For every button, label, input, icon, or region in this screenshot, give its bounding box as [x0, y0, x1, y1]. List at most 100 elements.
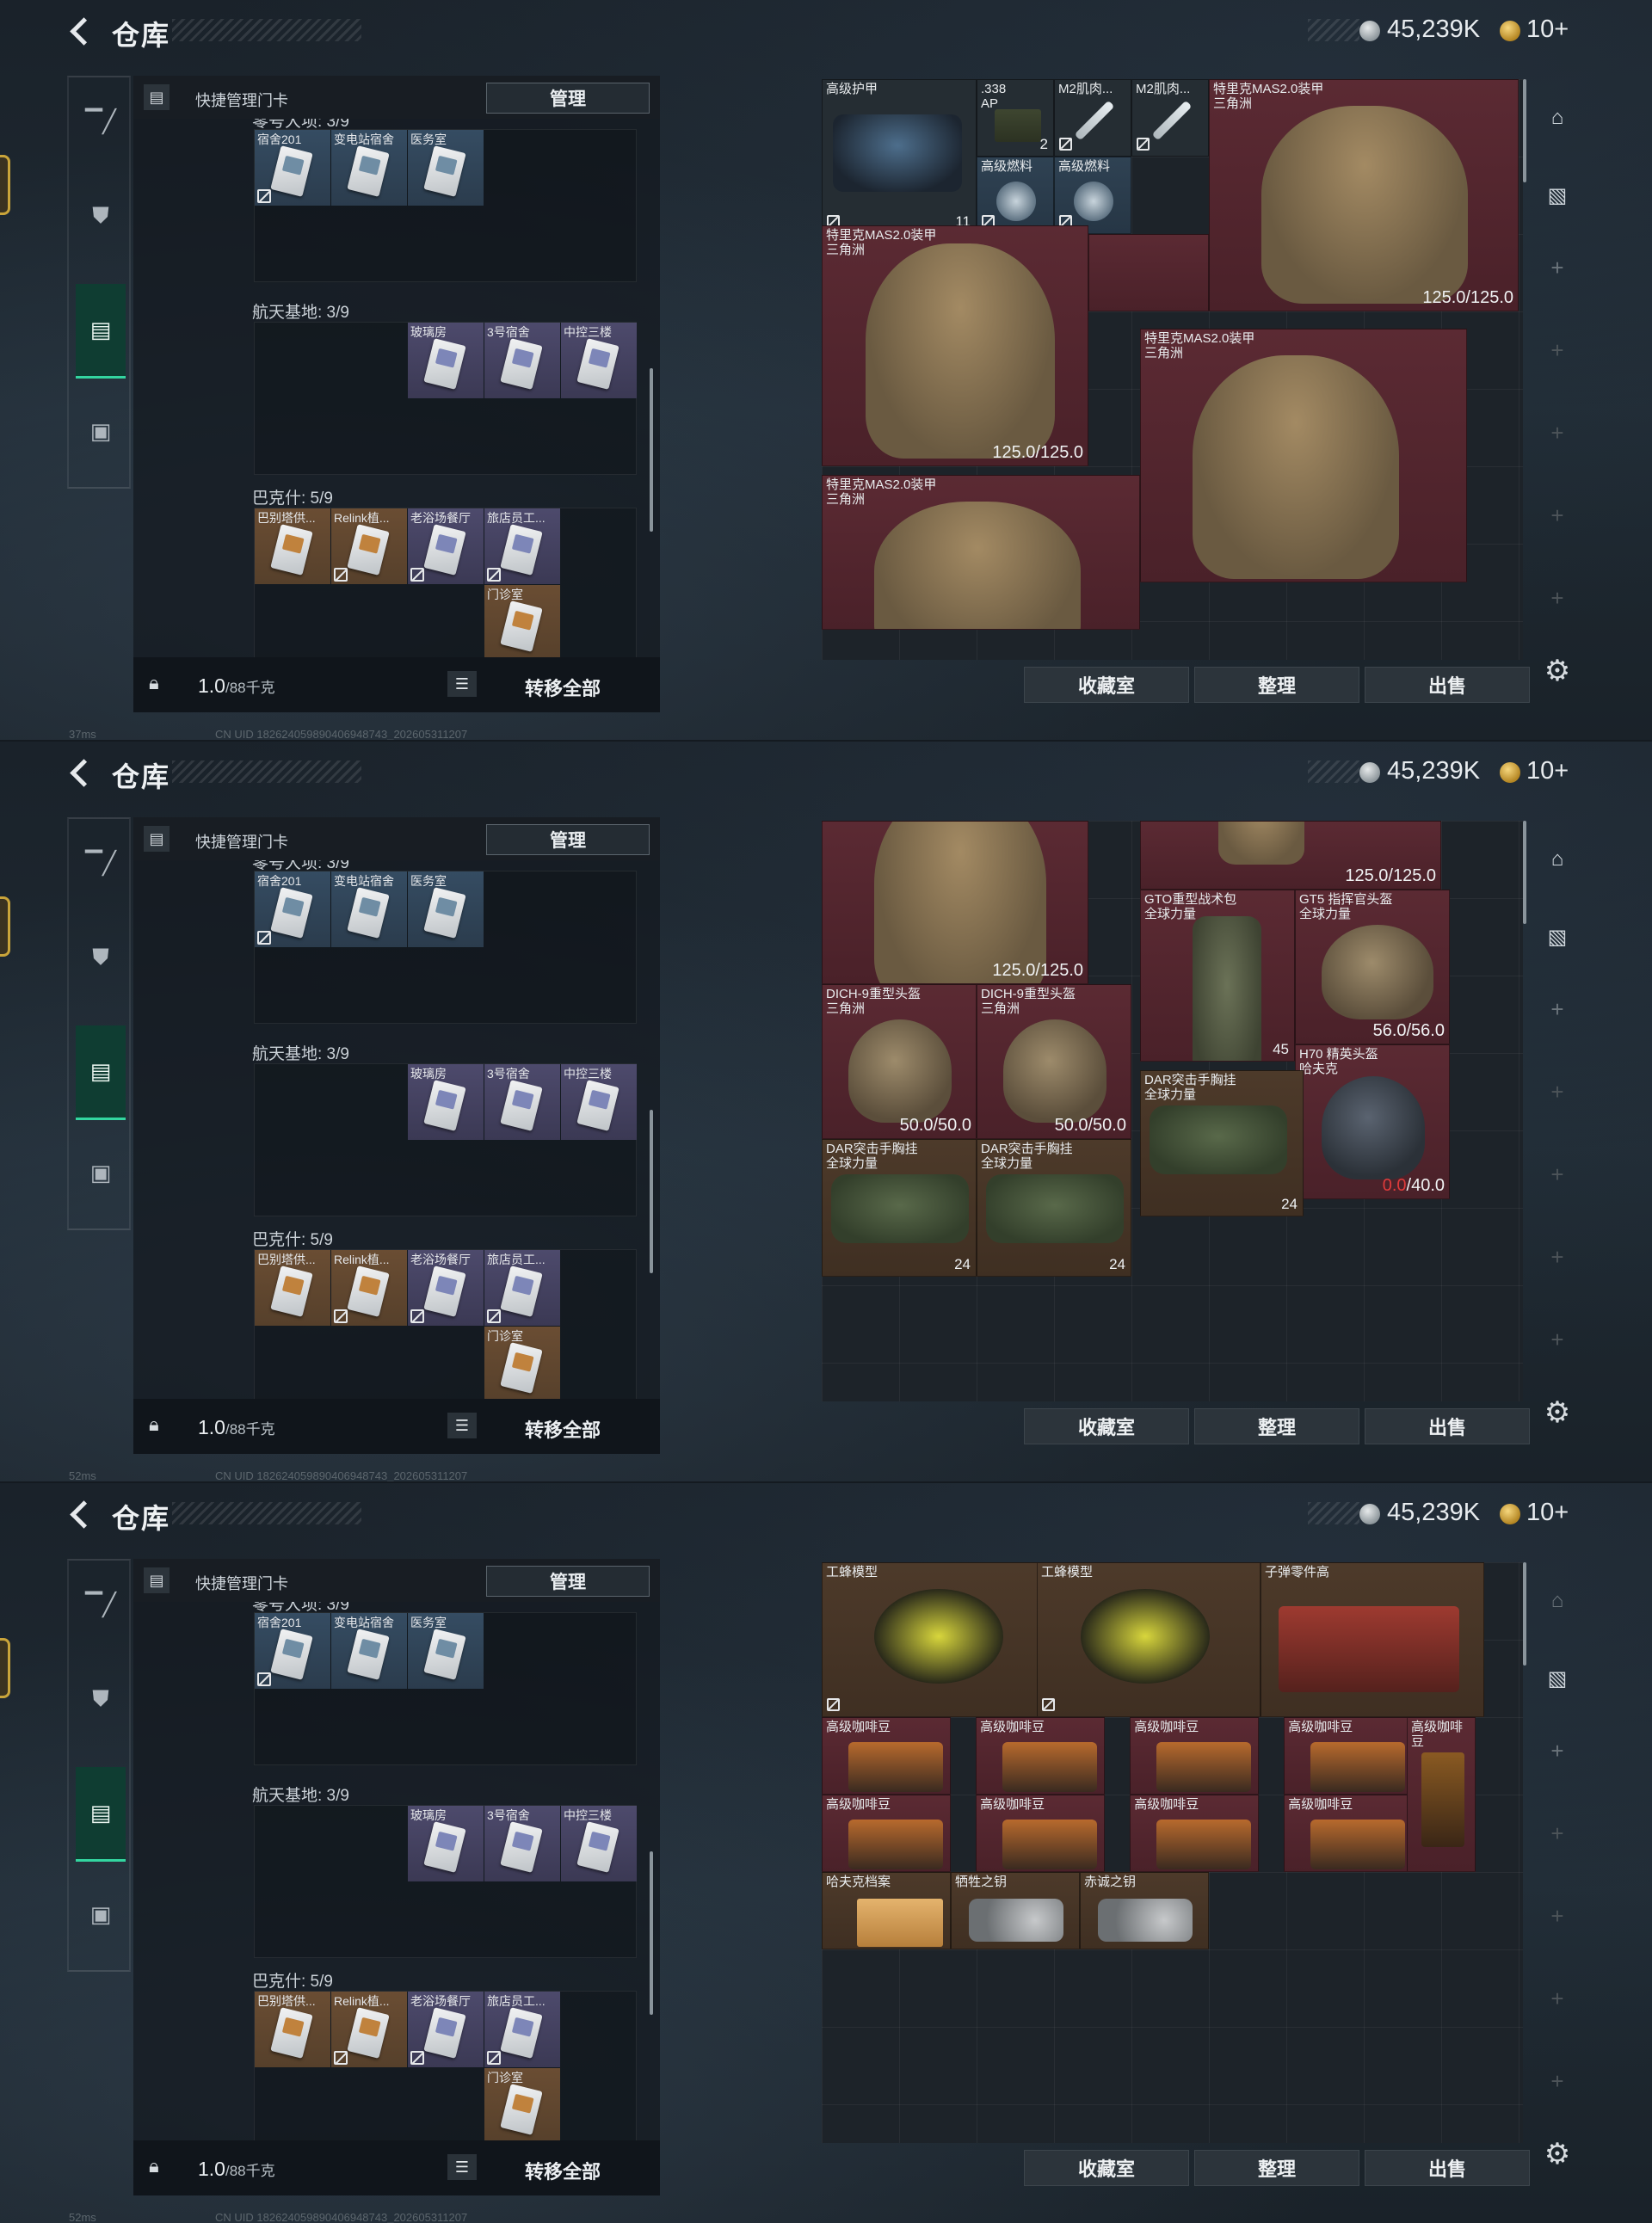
- keycard-scroll-area[interactable]: 零号大坝: 3/9 宿舍201 变电站宿舍 医务室 航天基地: 3/9 玻璃房 …: [133, 860, 660, 1399]
- sort-button[interactable]: 整理: [1194, 667, 1359, 703]
- keycard-item[interactable]: 医务室: [408, 871, 484, 947]
- collection-button[interactable]: 收藏室: [1024, 1408, 1189, 1444]
- keycard-item[interactable]: 中控三楼: [561, 323, 637, 398]
- keycard-item[interactable]: 宿舍201: [255, 1613, 330, 1689]
- back-arrow-icon[interactable]: [67, 1499, 96, 1528]
- transfer-all-button[interactable]: 转移全部: [525, 1415, 601, 1443]
- stash-box-icon[interactable]: ▧: [1538, 176, 1577, 215]
- add-page-icon[interactable]: +: [1538, 989, 1577, 1029]
- stash-item[interactable]: 高级咖啡豆: [822, 1717, 951, 1795]
- add-page-icon[interactable]: +: [1538, 1320, 1577, 1359]
- settings-gear-icon[interactable]: ⚙: [1540, 2137, 1575, 2171]
- stash-item[interactable]: 哈夫克档案: [822, 1872, 951, 1949]
- add-page-icon[interactable]: +: [1538, 1237, 1577, 1277]
- list-icon[interactable]: ☰: [447, 671, 477, 697]
- keycard-item[interactable]: 医务室: [408, 1613, 484, 1689]
- collection-button[interactable]: 收藏室: [1024, 2150, 1189, 2186]
- weapon-icon[interactable]: ▔╱: [83, 103, 119, 139]
- keycard-item[interactable]: 老浴场餐厅: [408, 1250, 484, 1326]
- stash-item[interactable]: 125.0/125.0: [1140, 821, 1441, 890]
- stash-item[interactable]: M2肌肉...: [1131, 79, 1209, 157]
- keycard-item[interactable]: 门诊室: [484, 2068, 560, 2140]
- keycard-item[interactable]: 3号宿舍: [484, 1806, 560, 1881]
- add-page-icon[interactable]: +: [1538, 1896, 1577, 1936]
- stash-home-icon[interactable]: ⌂: [1538, 1581, 1577, 1621]
- toolbox-icon[interactable]: ▣: [83, 413, 119, 449]
- keycard-item[interactable]: Relink植...: [331, 508, 407, 584]
- sell-button[interactable]: 出售: [1365, 2150, 1530, 2186]
- keycard-item[interactable]: 3号宿舍: [484, 1064, 560, 1140]
- stash-box-icon[interactable]: ▧: [1538, 1659, 1577, 1698]
- keycard-item[interactable]: 宿舍201: [255, 130, 330, 206]
- keycard-item[interactable]: 玻璃房: [408, 1806, 484, 1881]
- toolbox-icon[interactable]: ▣: [83, 1896, 119, 1932]
- stash-item[interactable]: GT5 指挥官头盔 全球力量 56.0/56.0: [1295, 890, 1450, 1044]
- side-event-tab[interactable]: [0, 896, 10, 957]
- keycard-scroll-area[interactable]: 零号大坝: 3/9 宿舍201 变电站宿舍 医务室 航天基地: 3/9 玻璃房 …: [133, 119, 660, 657]
- stash-grid[interactable]: 125.0/125.0 125.0/125.0 GTO重型战术包 全球力量 45 GT5…: [822, 821, 1523, 1401]
- sell-button[interactable]: 出售: [1365, 1408, 1530, 1444]
- keycard-item[interactable]: 3号宿舍: [484, 323, 560, 398]
- sell-button[interactable]: 出售: [1365, 667, 1530, 703]
- stash-home-icon[interactable]: ⌂: [1538, 98, 1577, 138]
- keycard-item[interactable]: 玻璃房: [408, 1064, 484, 1140]
- back-arrow-icon[interactable]: [67, 15, 96, 45]
- stash-item[interactable]: 赤诚之钥: [1080, 1872, 1209, 1949]
- stash-item[interactable]: 125.0/125.0: [822, 821, 1088, 984]
- stash-item[interactable]: M2肌肉...: [1054, 79, 1131, 157]
- stash-item[interactable]: 高级咖啡豆: [976, 1717, 1106, 1795]
- stash-item[interactable]: 特里克MAS2.0装甲 三角洲: [822, 475, 1140, 630]
- add-page-icon[interactable]: +: [1538, 1731, 1577, 1770]
- stash-item[interactable]: DAR突击手胸挂 全球力量 24: [822, 1139, 977, 1277]
- stash-item[interactable]: H70 精英头盔 哈夫克 0.0/40.0: [1295, 1044, 1450, 1199]
- stash-item[interactable]: 高级咖啡豆: [1284, 1717, 1414, 1795]
- keycard-icon[interactable]: ▤: [76, 1767, 126, 1862]
- armor-icon[interactable]: ⛊: [83, 1681, 119, 1717]
- keycard-item[interactable]: 变电站宿舍: [331, 871, 407, 947]
- manage-button[interactable]: 管理: [486, 824, 650, 855]
- keycard-item[interactable]: 旅店员工...: [484, 508, 560, 584]
- manage-button[interactable]: 管理: [486, 1566, 650, 1597]
- add-page-icon[interactable]: +: [1538, 496, 1577, 535]
- collection-button[interactable]: 收藏室: [1024, 667, 1189, 703]
- keycard-scrollbar[interactable]: [650, 1851, 653, 2015]
- add-page-icon[interactable]: +: [1538, 2061, 1577, 2101]
- sort-button[interactable]: 整理: [1194, 2150, 1359, 2186]
- keycard-item[interactable]: 门诊室: [484, 585, 560, 657]
- stash-item[interactable]: GTO重型战术包 全球力量 45: [1140, 890, 1295, 1062]
- stash-item[interactable]: 高级咖啡豆: [822, 1795, 951, 1872]
- lock-icon[interactable]: 🔒︎: [149, 672, 170, 696]
- keycard-icon[interactable]: ▤: [76, 284, 126, 379]
- stash-item[interactable]: DAR突击手胸挂 全球力量 24: [977, 1139, 1131, 1277]
- weapon-icon[interactable]: ▔╱: [83, 1586, 119, 1623]
- stash-item[interactable]: DAR突击手胸挂 全球力量 24: [1140, 1070, 1304, 1216]
- add-page-icon[interactable]: +: [1538, 413, 1577, 453]
- stash-item[interactable]: 高级咖啡豆: [1407, 1717, 1476, 1872]
- settings-gear-icon[interactable]: ⚙: [1540, 1395, 1575, 1430]
- stash-grid[interactable]: 工蜂模型 工蜂模型 子弹零件高 高级咖啡豆 高级咖啡豆 高级咖啡豆 高级咖啡豆 高级咖啡豆 高级…: [822, 1562, 1523, 2143]
- keycard-item[interactable]: 玻璃房: [408, 323, 484, 398]
- keycard-item[interactable]: 老浴场餐厅: [408, 508, 484, 584]
- list-icon[interactable]: ☰: [447, 1413, 477, 1438]
- stash-item[interactable]: .338 AP 2: [977, 79, 1054, 157]
- keycard-scrollbar[interactable]: [650, 368, 653, 532]
- keycard-item[interactable]: 变电站宿舍: [331, 1613, 407, 1689]
- stash-item[interactable]: 工蜂模型: [822, 1562, 1054, 1717]
- armor-icon[interactable]: ⛊: [83, 198, 119, 234]
- stash-item[interactable]: 高级护甲 11: [822, 79, 977, 234]
- lock-icon[interactable]: 🔒︎: [149, 2155, 170, 2179]
- lock-icon[interactable]: 🔒︎: [149, 1413, 170, 1438]
- keycard-item[interactable]: 旅店员工...: [484, 1992, 560, 2067]
- stash-home-icon[interactable]: ⌂: [1538, 840, 1577, 879]
- stash-scrollbar[interactable]: [1523, 79, 1526, 182]
- stash-item[interactable]: 高级咖啡豆: [1284, 1795, 1414, 1872]
- stash-item[interactable]: 高级咖啡豆: [1130, 1717, 1260, 1795]
- keycard-item[interactable]: Relink植...: [331, 1250, 407, 1326]
- add-page-icon[interactable]: +: [1538, 1979, 1577, 2018]
- transfer-all-button[interactable]: 转移全部: [525, 674, 601, 701]
- stash-scrollbar[interactable]: [1523, 821, 1526, 924]
- stash-grid[interactable]: 高级护甲 11.338 AP 2 M2肌肉... M2肌肉... 高级燃料 高级燃料 特里克M…: [822, 79, 1523, 660]
- add-page-icon[interactable]: +: [1538, 330, 1577, 370]
- settings-gear-icon[interactable]: ⚙: [1540, 654, 1575, 688]
- weapon-icon[interactable]: ▔╱: [83, 845, 119, 881]
